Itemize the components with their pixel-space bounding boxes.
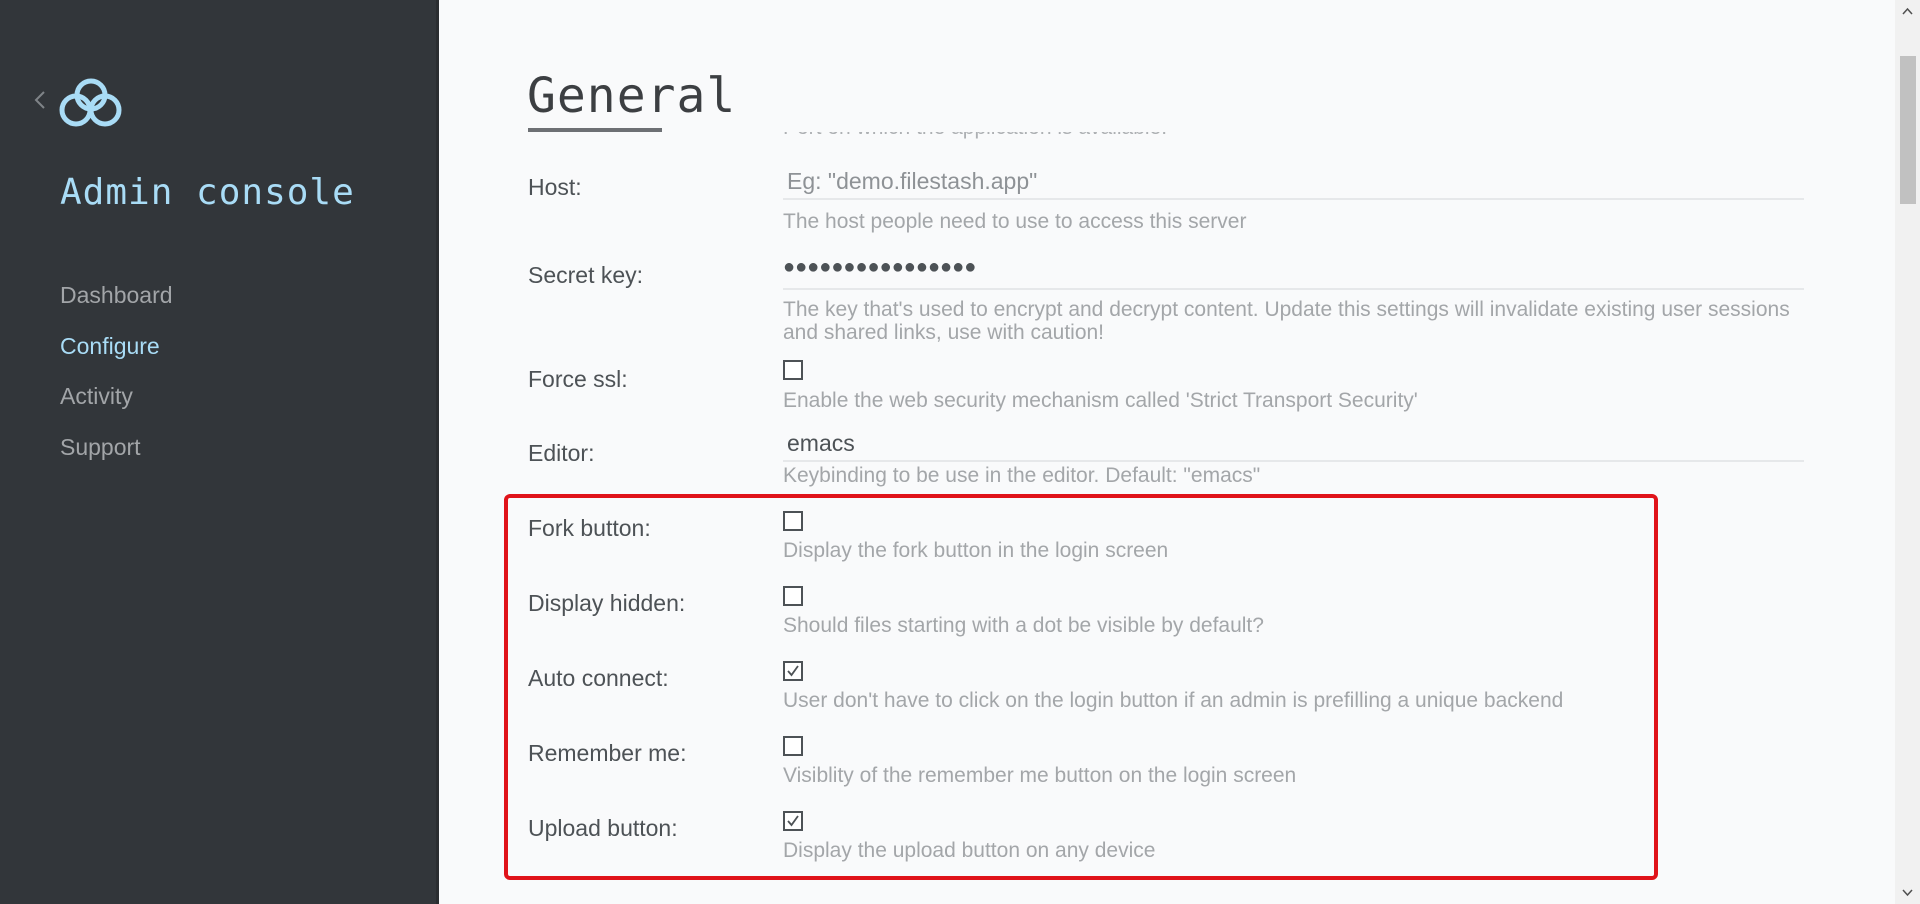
editor-input[interactable]: [783, 426, 1804, 462]
port-description: Port on which the application is availab…: [783, 132, 1167, 140]
fork-button-label: Fork button:: [528, 515, 651, 541]
upload-button-description: Display the upload button on any device: [783, 839, 1156, 862]
auto-connect-label: Auto connect:: [528, 665, 669, 691]
checkmark-icon: [787, 665, 799, 677]
sidebar-item-dashboard[interactable]: Dashboard: [60, 280, 173, 331]
main-content: General Port on which the application is…: [439, 0, 1895, 904]
scroll-up-arrow-icon[interactable]: [1895, 0, 1920, 22]
remember-me-label: Remember me:: [528, 740, 687, 766]
settings-form: Port on which the application is availab…: [439, 132, 1895, 904]
cloud-logo-icon: [59, 78, 122, 127]
auto-connect-checkbox[interactable]: [783, 661, 803, 681]
app-title: Admin console: [60, 172, 355, 213]
fork-button-checkbox[interactable]: [783, 511, 803, 531]
sidebar: Admin console Dashboard Configure Activi…: [0, 0, 439, 904]
vertical-scrollbar[interactable]: [1895, 0, 1920, 904]
display-hidden-label: Display hidden:: [528, 590, 686, 616]
fork-button-description: Display the fork button in the login scr…: [783, 539, 1169, 562]
auto-connect-description: User don't have to click on the login bu…: [783, 689, 1564, 712]
remember-me-description: Visiblity of the remember me button on t…: [783, 764, 1297, 787]
secret-key-input[interactable]: ●●●●●●●●●●●●●●●●: [783, 252, 1804, 290]
editor-label: Editor:: [528, 440, 595, 466]
display-hidden-checkbox[interactable]: [783, 586, 803, 606]
force-ssl-description: Enable the web security mechanism called…: [783, 389, 1418, 412]
host-label: Host:: [528, 174, 582, 200]
sidebar-item-configure[interactable]: Configure: [60, 331, 173, 382]
force-ssl-label: Force ssl:: [528, 366, 628, 392]
editor-description: Keybinding to be use in the editor. Defa…: [783, 464, 1261, 487]
upload-button-checkbox[interactable]: [783, 811, 803, 831]
page-title: General: [527, 68, 737, 124]
remember-me-checkbox[interactable]: [783, 736, 803, 756]
sidebar-item-support[interactable]: Support: [60, 432, 173, 483]
host-input[interactable]: [783, 164, 1804, 200]
sidebar-item-activity[interactable]: Activity: [60, 381, 173, 432]
force-ssl-checkbox[interactable]: [783, 360, 803, 380]
checkmark-icon: [787, 815, 799, 827]
upload-button-label: Upload button:: [528, 815, 678, 841]
scrollbar-thumb[interactable]: [1900, 56, 1916, 204]
display-hidden-description: Should files starting with a dot be visi…: [783, 614, 1264, 637]
scroll-down-arrow-icon[interactable]: [1895, 882, 1920, 904]
chevron-left-icon[interactable]: [30, 86, 50, 114]
host-description: The host people need to use to access th…: [783, 210, 1247, 233]
sidebar-nav: Dashboard Configure Activity Support: [60, 280, 173, 482]
secret-key-label: Secret key:: [528, 262, 644, 288]
secret-key-description: The key that's used to encrypt and decry…: [783, 298, 1790, 344]
